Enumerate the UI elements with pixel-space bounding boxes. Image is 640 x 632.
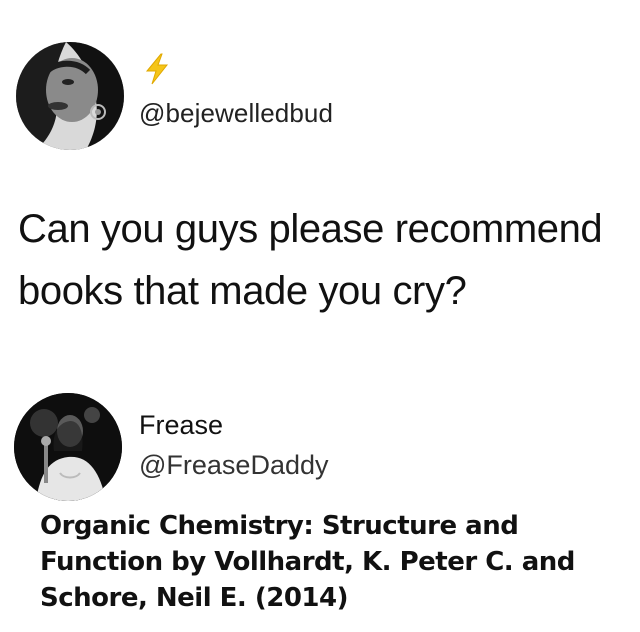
reply-text: Organic Chemistry: Structure and Functio… [40,511,575,613]
reply-author-handle[interactable]: @FreaseDaddy [139,450,329,481]
tweet-text: Can you guys please recommend books that… [18,207,603,313]
op-avatar[interactable] [16,42,124,150]
lightning-bolt-emoji [143,53,171,85]
reply-author-name[interactable]: Frease [139,410,223,441]
op-handle[interactable]: @bejewelledbud [139,98,333,129]
reply-avatar[interactable] [14,393,122,501]
